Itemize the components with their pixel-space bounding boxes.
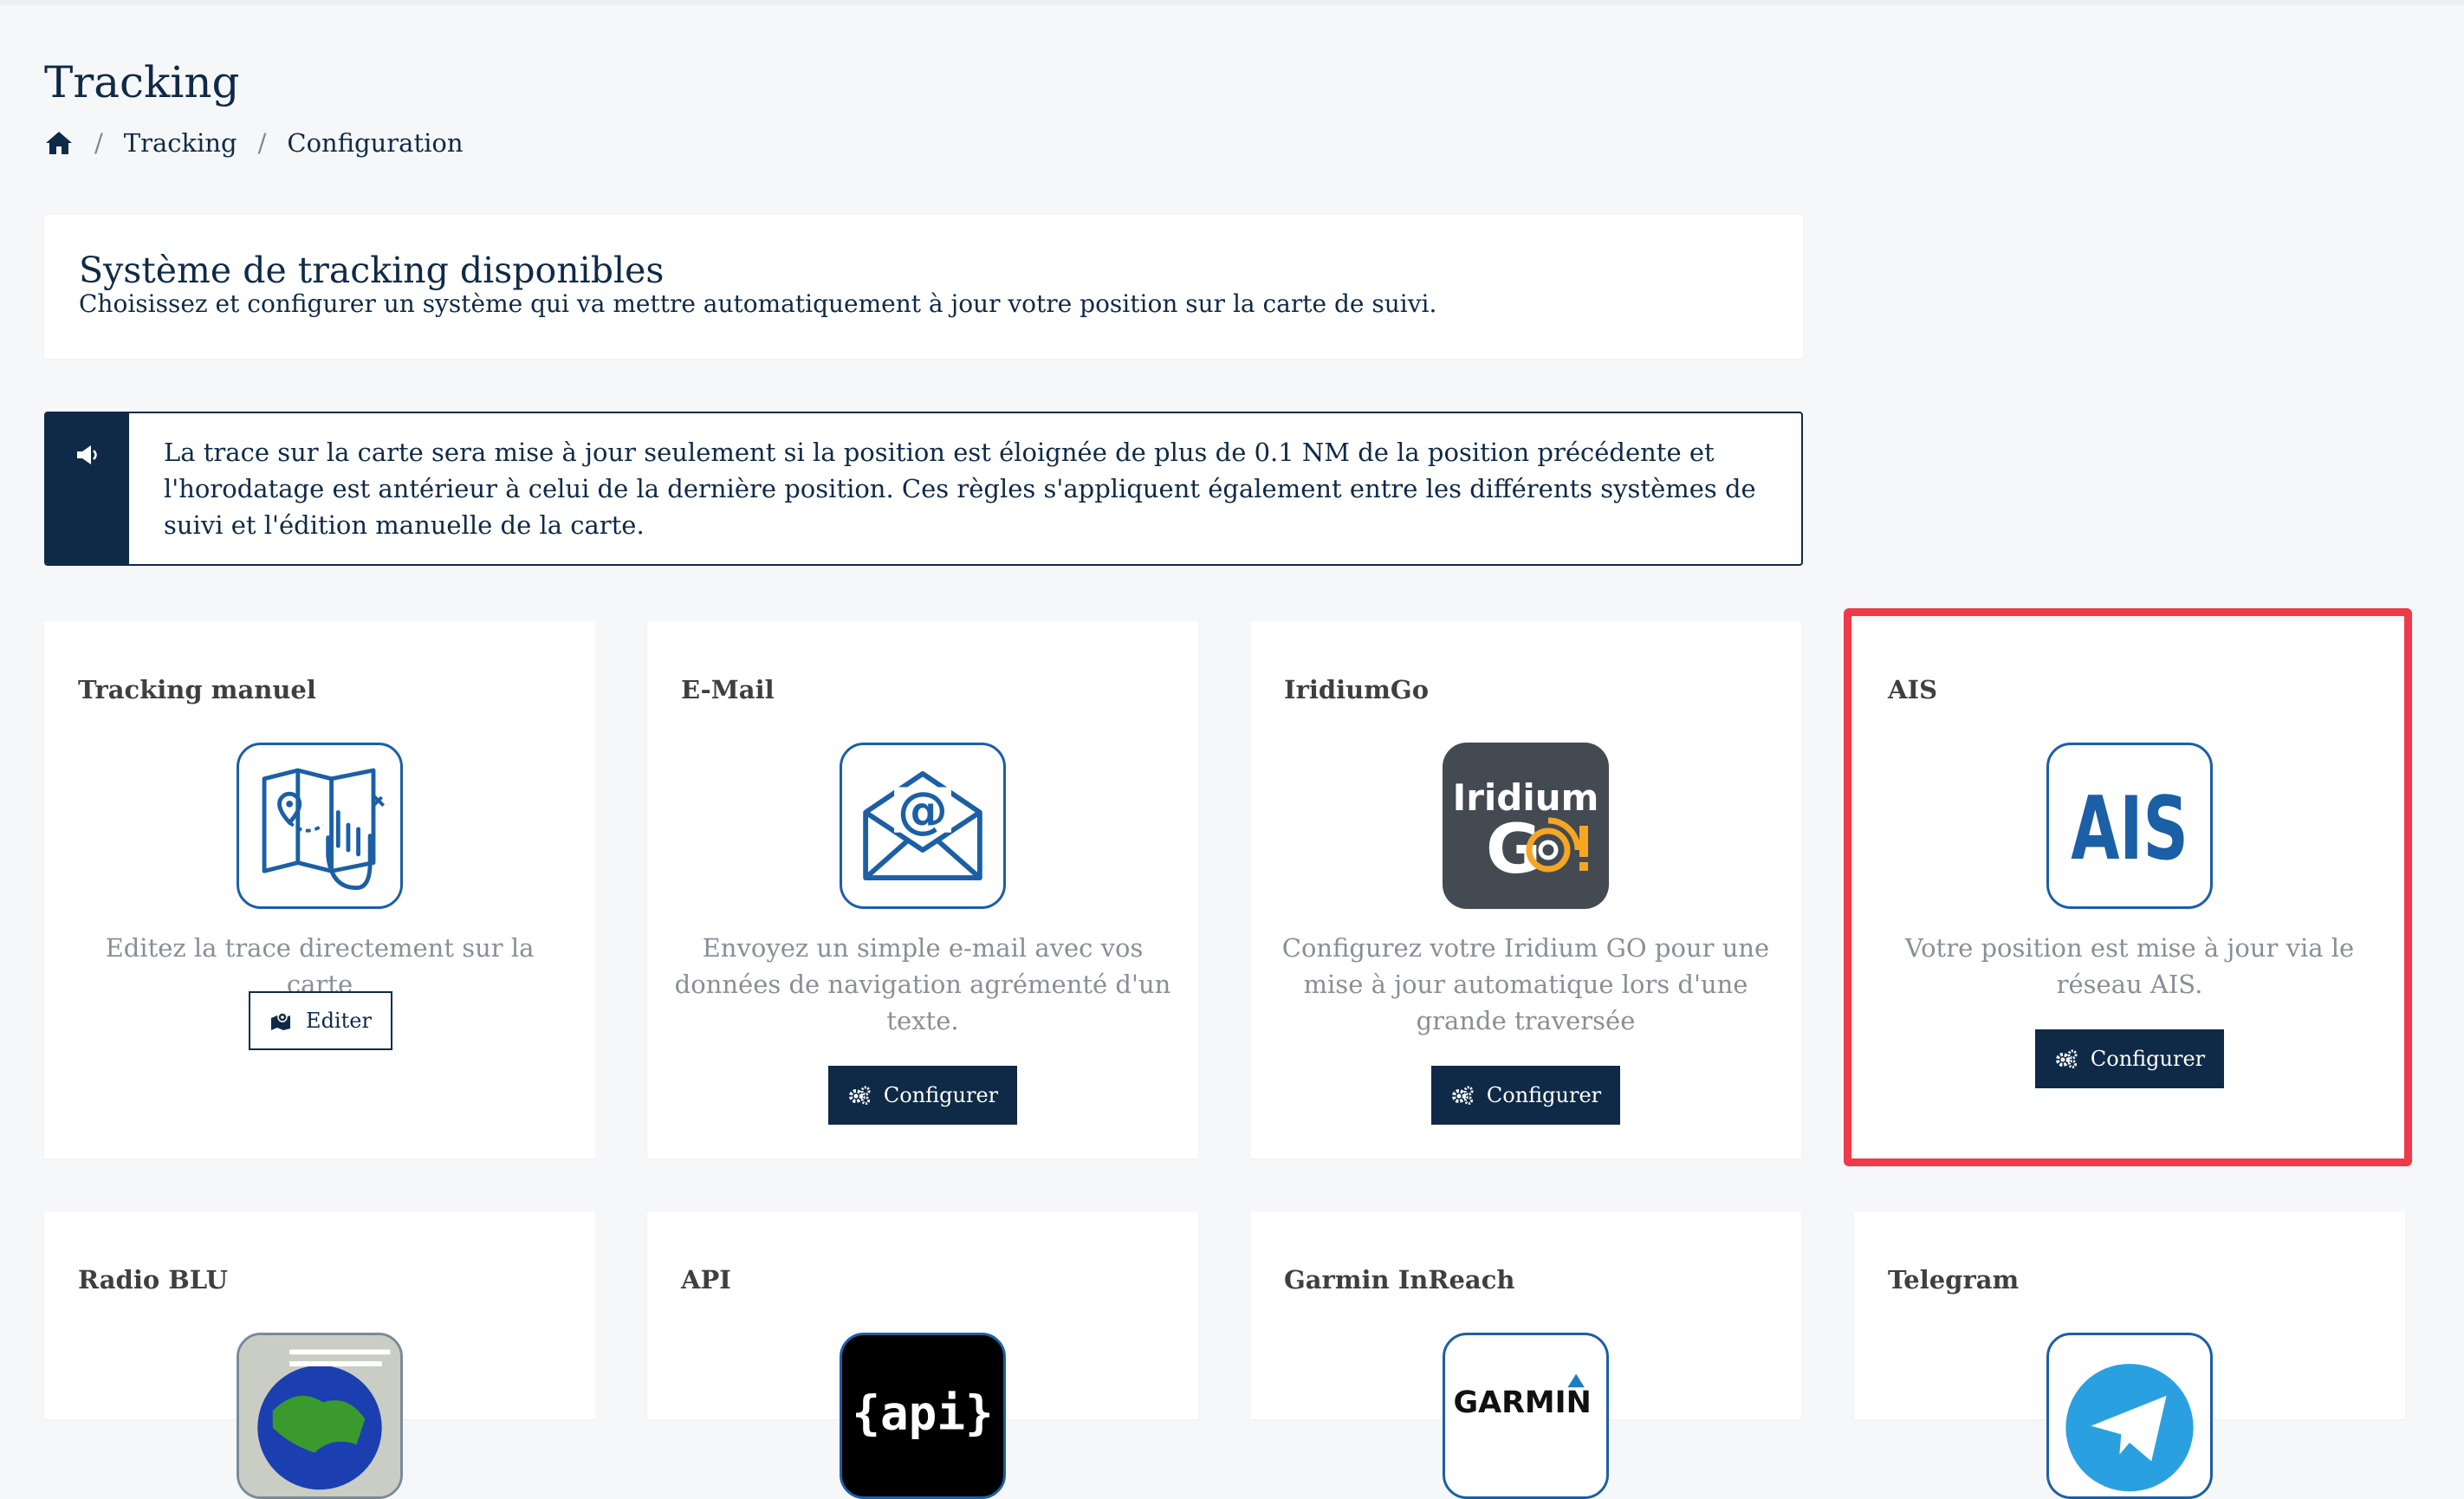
map-hand-icon: [237, 743, 403, 909]
radio-blu-icon: [237, 1333, 403, 1499]
card-iridiumgo: IridiumGo Iridium G Configurez votre Iri…: [1250, 621, 1801, 1158]
card-description: Envoyez un simple e-mail avec vos donnée…: [674, 933, 1171, 1035]
cogs-icon: [848, 1086, 871, 1105]
card-title: Garmin InReach: [1284, 1265, 1515, 1295]
page-title: Tracking: [44, 57, 240, 107]
top-bar: [0, 0, 2464, 5]
card-ais: AIS AIS Votre position est mise à jour v…: [1854, 621, 2405, 1158]
telegram-logo: [2046, 1333, 2213, 1499]
configure-iridiumgo-button[interactable]: Configurer: [1431, 1066, 1620, 1125]
svg-text:GARMIN: GARMIN: [1453, 1385, 1591, 1420]
card-radio-blu: Radio BLU: [44, 1211, 595, 1499]
card-api: API {api}: [647, 1211, 1198, 1499]
card-description: Votre position est mise à jour via le ré…: [1904, 933, 2355, 999]
email-envelope-icon: @: [840, 743, 1006, 909]
intro-card: Système de tracking disponibles Choisiss…: [44, 215, 1803, 359]
card-title: API: [681, 1265, 731, 1295]
svg-text:{api}: {api}: [852, 1386, 993, 1441]
card-tracking-manuel: Tracking manuel Editez la trace directem…: [44, 621, 595, 1158]
card-email: E-Mail @ Envoyez un simple e-mail avec v…: [647, 621, 1198, 1158]
notice-icon-bar: [46, 413, 129, 564]
svg-text:AIS: AIS: [2071, 777, 2188, 879]
card-title: AIS: [1888, 675, 1938, 704]
breadcrumb-separator: /: [94, 128, 103, 158]
configure-button-label: Configurer: [2090, 1047, 2206, 1071]
iridium-go-logo: Iridium G: [1443, 743, 1609, 909]
edit-button[interactable]: Editer: [249, 991, 392, 1050]
card-title: Radio BLU: [78, 1265, 228, 1295]
card-title: E-Mail: [681, 675, 775, 704]
svg-text:@: @: [898, 781, 948, 840]
card-garmin-inreach: Garmin InReach GARMIN: [1250, 1211, 1801, 1499]
card-telegram: Telegram: [1854, 1211, 2405, 1499]
notice-alert: La trace sur la carte sera mise à jour s…: [44, 412, 1803, 566]
card-title: Tracking manuel: [78, 675, 316, 704]
card-title: IridiumGo: [1284, 675, 1430, 704]
ais-logo: AIS: [2046, 743, 2213, 909]
svg-text:G: G: [1486, 811, 1541, 889]
intro-heading: Système de tracking disponibles: [79, 250, 665, 291]
configure-button-label: Configurer: [1486, 1083, 1602, 1107]
breadcrumb-item-tracking[interactable]: Tracking: [124, 128, 237, 158]
map-marker-icon: [271, 1012, 291, 1030]
edit-button-label: Editer: [306, 1009, 372, 1033]
card-description: Configurez votre Iridium GO pour une mis…: [1281, 933, 1770, 1035]
cogs-icon: [2055, 1049, 2078, 1068]
notice-text: La trace sur la carte sera mise à jour s…: [164, 438, 1756, 540]
home-icon[interactable]: [44, 130, 74, 156]
breadcrumb-item-configuration: Configuration: [287, 128, 464, 158]
breadcrumb-separator: /: [257, 128, 267, 158]
garmin-logo: GARMIN: [1443, 1333, 1609, 1499]
configure-button-label: Configurer: [883, 1083, 999, 1107]
configure-email-button[interactable]: Configurer: [828, 1066, 1017, 1125]
api-logo: {api}: [840, 1333, 1006, 1499]
card-title: Telegram: [1888, 1265, 2020, 1295]
intro-text: Choisissez et configurer un système qui …: [79, 289, 1437, 318]
cogs-icon: [1451, 1086, 1474, 1105]
breadcrumb: / Tracking / Configuration: [44, 128, 464, 158]
megaphone-icon: [77, 445, 97, 464]
configure-ais-button[interactable]: Configurer: [2035, 1029, 2224, 1088]
